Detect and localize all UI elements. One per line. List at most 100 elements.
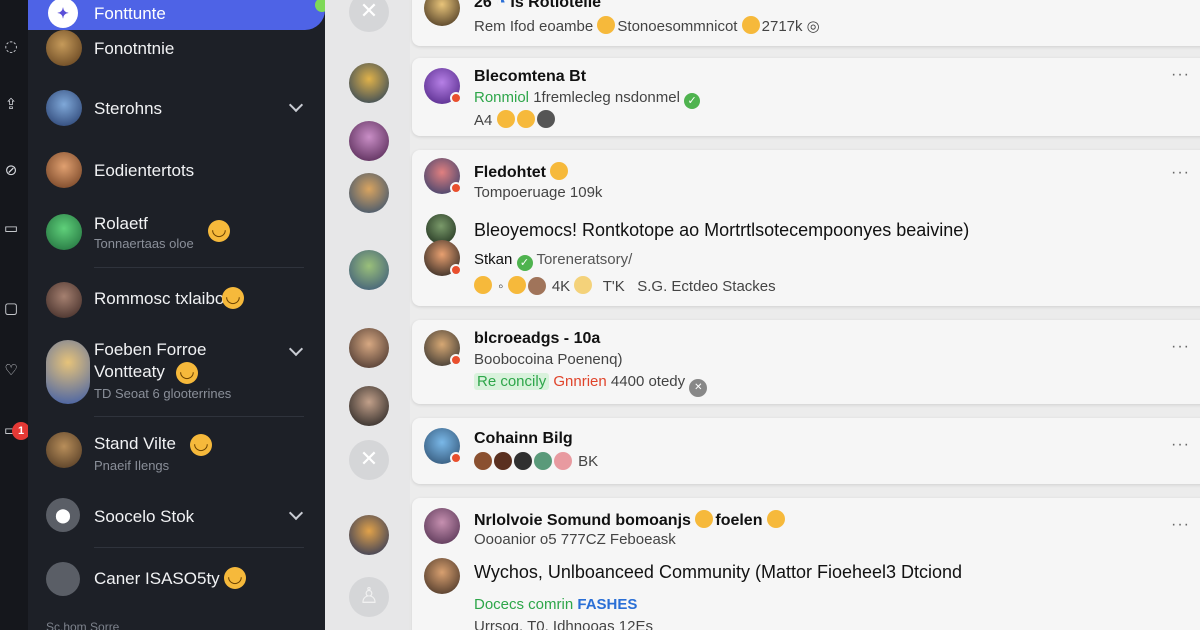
status-badge: [450, 182, 462, 194]
post-members: BK: [474, 452, 598, 470]
more-options-icon[interactable]: ···: [1171, 164, 1190, 182]
avatar: [46, 214, 82, 250]
avatar[interactable]: [349, 173, 389, 213]
post-card[interactable]: 26 ◔ Is Rotiotelle Rem Ifod eoambe Stono…: [412, 0, 1200, 46]
emoji-icon: ◡: [222, 287, 244, 309]
sidebar-item[interactable]: Rommosc txlaibo ◡: [28, 280, 325, 320]
emoji-icon: ◡: [208, 220, 230, 242]
post-author: Stkan ✓ Toreneratsory/: [474, 251, 633, 271]
square-icon: [46, 562, 80, 596]
avatar: [46, 282, 82, 318]
sidebar-item-label: Caner ISASO5ty: [94, 569, 220, 588]
emoji-icon: ◡: [224, 567, 246, 589]
sidebar-item-active[interactable]: ✦ Fonttunte: [28, 0, 329, 30]
post-title: Cohainn Bilg: [474, 430, 573, 447]
sidebar-item[interactable]: Fonotntnie: [28, 30, 325, 70]
community-icon: ✦: [48, 0, 78, 28]
divider: [94, 267, 304, 268]
sidebar-item[interactable]: Foeben Forroe Vontteaty ◡ TD Seoat 6 glo…: [28, 338, 325, 408]
post-title: Blecomtena Bt: [474, 68, 587, 85]
member-column: ✕ ✕ ♙: [325, 0, 410, 630]
post-meta: Rem Ifod eoambe Stonoesommnicot 2717k ◎: [474, 16, 820, 35]
emoji-icon: ◡: [176, 362, 198, 384]
post-status: Re concily Gnnrien 4400 otedy ✕: [474, 373, 709, 397]
post-body: Bleoyemocs! Rontkotope ao Mortrtlsotecem…: [474, 220, 970, 240]
sidebar-item-label: Stand Vilte: [94, 434, 176, 453]
more-options-icon[interactable]: ···: [1171, 66, 1190, 84]
avatar[interactable]: [349, 250, 389, 290]
sidebar-item-sub: TD Seoat 6 glooterrines: [94, 386, 232, 401]
sidebar-item-label: Vontteaty: [94, 362, 165, 381]
post-body: Wychos, Unlboanceed Community (Mattor Fi…: [474, 562, 963, 582]
sidebar-item[interactable]: Caner ISASO5ty ◡: [28, 560, 325, 600]
chat-icon[interactable]: ▢: [0, 298, 22, 318]
post-title: blcroeadgs - 10a: [474, 330, 601, 347]
sidebar-item-sub: Tonnaertaas oloe: [94, 236, 194, 251]
avatar: [46, 340, 90, 404]
divider: [94, 547, 304, 548]
sidebar-item[interactable]: ⬤ Soocelo Stok: [28, 496, 325, 536]
avatar: [46, 30, 82, 66]
close-icon[interactable]: ✕: [349, 440, 389, 480]
more-options-icon[interactable]: ···: [1171, 338, 1190, 356]
post-title: 26 ◔ Is Rotiotelle: [474, 0, 602, 11]
sidebar-item-label: Foeben Forroe: [94, 340, 207, 359]
post-card[interactable]: Blecomtena Bt Ronmiol 1fremlecleg nsdonm…: [412, 58, 1200, 136]
post-meta: Oooanior o5 777CZ Feboeask: [474, 531, 676, 548]
sidebar-item[interactable]: Stand Vilte ◡ Pnaeif Ilengs: [28, 430, 325, 474]
more-options-icon[interactable]: ···: [1171, 436, 1190, 454]
avatar: [46, 152, 82, 188]
sidebar-item-label: Eodientertots: [94, 161, 195, 180]
status-badge: [450, 264, 462, 276]
post-title: Nrlolvoie Somund bomoanjs foelen: [474, 510, 787, 530]
post-card[interactable]: Cohainn Bilg BK ···: [412, 418, 1200, 484]
post-stats: Urrsog. T0. Idhnooas 12Es: [474, 618, 653, 630]
sidebar-item-label: Soocelo Stok: [94, 507, 195, 526]
explore-icon[interactable]: ⊘: [0, 160, 22, 180]
avatar[interactable]: [349, 121, 389, 161]
sidebar-item-label: Sterohns: [94, 99, 163, 118]
avatar[interactable]: [349, 63, 389, 103]
close-icon[interactable]: ✕: [349, 0, 389, 32]
share-icon[interactable]: ⇪: [0, 94, 22, 114]
post-title: Fledohtet: [474, 162, 570, 182]
sidebar-footer: Sc.hom Sorre: [46, 620, 120, 630]
avatar[interactable]: [349, 328, 389, 368]
post-tags: Docecs comrin FASHES: [474, 596, 638, 613]
status-badge: [450, 354, 462, 366]
avatar: [46, 432, 82, 468]
chevron-down-icon[interactable]: [288, 341, 304, 357]
post-card[interactable]: Fledohtet Tompoeruage 109k Bleoyemocs! R…: [412, 150, 1200, 306]
heart-icon[interactable]: ♡: [0, 360, 22, 380]
post-meta: Ronmiol 1fremlecleg nsdonmel ✓: [474, 89, 701, 109]
sidebar-item[interactable]: Rolaetf Tonnaertaas oloe ◡: [28, 212, 325, 256]
sidebar-item-label: Fonttunte: [94, 4, 166, 23]
sidebar: ✦ Fonttunte Fonotntnie Sterohns Eodiente…: [28, 0, 329, 630]
globe-icon[interactable]: ◌: [0, 36, 22, 56]
avatar: [424, 0, 460, 26]
avatar: [424, 508, 460, 544]
avatar: [424, 558, 460, 594]
user-icon[interactable]: ♙: [349, 577, 389, 617]
post-card[interactable]: Nrlolvoie Somund bomoanjs foelen Oooanio…: [412, 498, 1200, 630]
status-badge: [450, 452, 462, 464]
avatar[interactable]: [349, 515, 389, 555]
sidebar-item[interactable]: Sterohns: [28, 88, 325, 128]
avatar[interactable]: [349, 386, 389, 426]
status-badge: [450, 92, 462, 104]
feed: 26 ◔ Is Rotiotelle Rem Ifod eoambe Stono…: [410, 0, 1200, 630]
sidebar-item-sub: Pnaeif Ilengs: [94, 458, 170, 473]
post-card[interactable]: blcroeadgs - 10a Boobocoina Poenenq) Re …: [412, 320, 1200, 404]
sidebar-item-label: Fonotntnie: [94, 39, 175, 58]
sidebar-item-label: Rommosc txlaibo: [94, 289, 225, 308]
post-reactions: ◦ 4K T'K S.G. Ectdeo Stackes: [474, 276, 776, 295]
window-icon[interactable]: ▭: [0, 218, 22, 238]
icon-rail: ◌ ⇪ ⊘ ▭ ▢ ♡ ▭ 1: [0, 0, 30, 630]
chevron-down-icon[interactable]: [288, 505, 304, 521]
post-meta: Tompoeruage 109k: [474, 184, 603, 201]
sidebar-item[interactable]: Eodientertots: [28, 150, 325, 190]
emoji-icon: ◡: [190, 434, 212, 456]
chevron-down-icon[interactable]: [288, 97, 304, 113]
post-meta: Boobocoina Poenenq): [474, 351, 623, 368]
more-options-icon[interactable]: ···: [1171, 516, 1190, 534]
